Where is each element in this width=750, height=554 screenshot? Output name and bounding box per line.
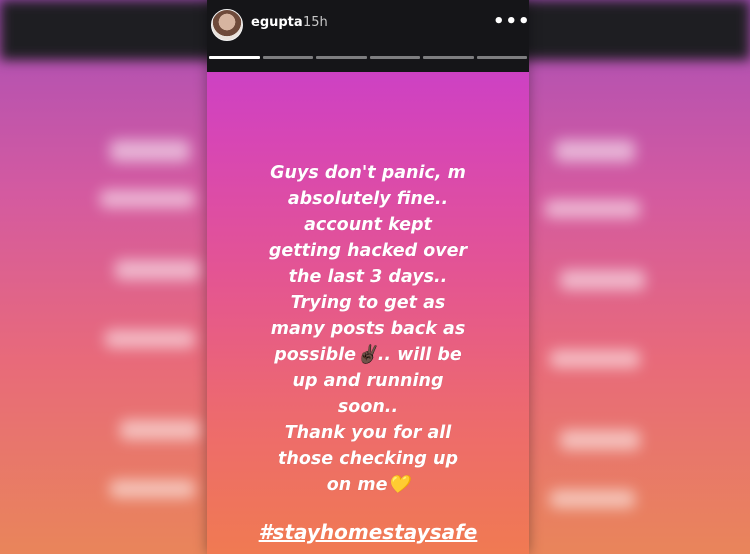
- progress-segment: [369, 56, 420, 59]
- story-progress-bar: [209, 56, 527, 59]
- message-line: those checking up: [278, 449, 458, 469]
- username[interactable]: egupta: [251, 15, 303, 30]
- progress-segment: [209, 56, 260, 59]
- story-viewer[interactable]: egupta 15h ••• Guys don't panic, m absolu…: [207, 0, 529, 554]
- message-line: absolutely fine..: [287, 189, 449, 209]
- message-line: account kept: [304, 215, 432, 235]
- story-message: Guys don't panic, m absolutely fine.. acco…: [227, 160, 509, 498]
- message-line: many posts back as: [270, 319, 466, 339]
- blurred-text: [555, 140, 635, 162]
- message-line: soon..: [337, 397, 399, 417]
- blurred-text: [120, 420, 200, 440]
- message-line: the last 3 days..: [288, 267, 448, 287]
- blurred-text: [110, 480, 195, 498]
- progress-segment: [262, 56, 313, 59]
- blurred-text: [560, 270, 645, 290]
- message-line: Guys don't panic, m: [270, 163, 466, 183]
- message-line: possible✌🏿.. will be: [274, 345, 462, 365]
- post-time: 15h: [303, 15, 328, 30]
- message-line: up and running: [292, 371, 444, 391]
- blurred-text: [110, 140, 190, 162]
- message-line: Trying to get as: [290, 293, 446, 313]
- blurred-text: [550, 350, 640, 368]
- progress-segment: [316, 56, 367, 59]
- blurred-text: [115, 260, 200, 280]
- blurred-text: [560, 430, 640, 450]
- progress-segment: [476, 56, 527, 59]
- blurred-text: [550, 490, 635, 508]
- message-line: on me💛: [326, 475, 410, 495]
- blurred-text: [105, 330, 195, 348]
- avatar[interactable]: [211, 9, 243, 41]
- blurred-text: [100, 190, 195, 208]
- more-dots-icon[interactable]: •••: [493, 13, 529, 31]
- hashtag-link[interactable]: #stayhomestaysafe: [207, 520, 529, 544]
- message-line: getting hacked over: [268, 241, 468, 261]
- blurred-text: [545, 200, 640, 218]
- story-header: egupta 15h •••: [207, 0, 529, 72]
- progress-segment: [423, 56, 474, 59]
- message-line: Thank you for all: [284, 423, 452, 443]
